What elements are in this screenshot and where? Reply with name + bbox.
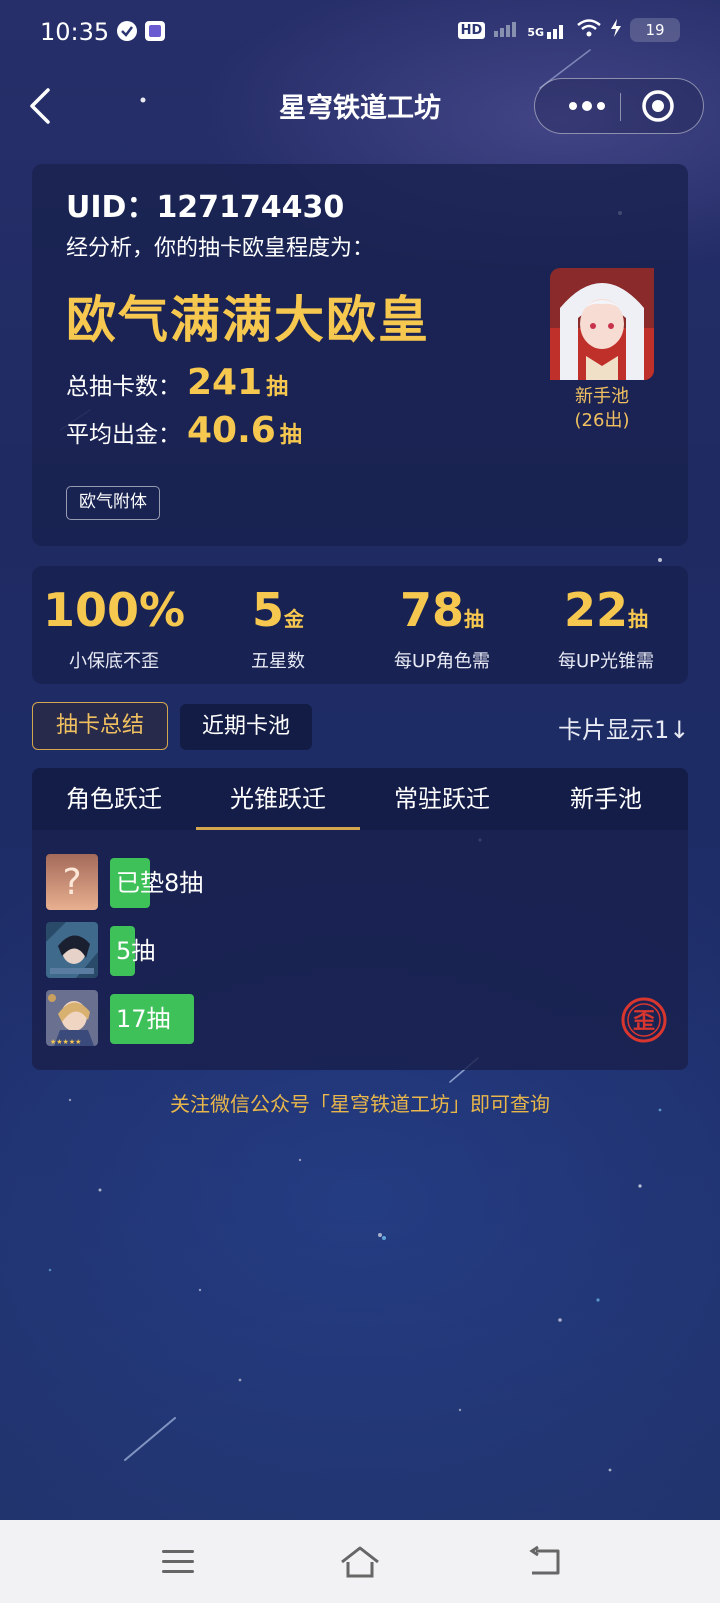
wifi-icon [576,18,602,42]
status-right-group: HD 5G 19 [457,18,680,42]
home-button[interactable] [336,1540,384,1584]
total-pulls-unit: 抽 [266,375,289,400]
stat-per-up-character: 78抽 每UP角色需 [360,566,524,673]
gacha-summary-panel: UID：127174430 经分析，你的抽卡欧皇程度为： 欧气满满大欧皇 总抽卡… [32,164,688,546]
total-pulls-value: 241 [187,362,263,403]
lost-fifty-fifty-badge: 歪 [620,996,668,1044]
character-avatar: ★★★★★ [46,990,98,1046]
signal-sim2-icon [493,19,519,41]
tab-standard-warp[interactable]: 常驻跃迁 [360,768,524,830]
list-item[interactable]: ? 已垫8抽 [46,854,676,910]
average-gold-value: 40.6 [187,410,276,451]
light-cone-avatar [46,922,98,978]
nav-bar: 星穹铁道工坊 [0,72,720,140]
unknown-avatar: ? [46,854,98,910]
battery-indicator: 19 [630,18,680,42]
home-icon [341,1546,379,1578]
tab-character-warp[interactable]: 角色跃迁 [32,768,196,830]
stat-label: 五星数 [251,651,305,672]
svg-text:?: ? [62,862,81,903]
svg-text:★★★★★: ★★★★★ [50,1038,81,1046]
list-item[interactable]: 5抽 [46,922,676,978]
gacha-summary-button[interactable]: 抽卡总结 [32,702,168,750]
stat-value: 5 [251,583,284,637]
stat-guarantee: 100% 小保底不歪 [32,566,196,673]
pool-count: (26出) [574,410,630,431]
white-hair-character-image [550,268,654,380]
stat-value: 78 [399,583,464,637]
stats-row: 100% 小保底不歪 5金 五星数 78抽 每UP角色需 22抽 每UP光锥需 [32,566,688,684]
status-time: 10:35 [40,18,110,46]
recent-banners-button[interactable]: 近期卡池 [180,704,312,750]
more-dots-icon [569,101,605,111]
average-gold-unit: 抽 [279,423,302,448]
svg-text:歪: 歪 [633,1009,655,1034]
stat-five-star-count: 5金 五星数 [196,566,360,673]
average-gold-label: 平均出金： [66,422,181,448]
stat-per-up-light-cone: 22抽 每UP光锥需 [524,566,688,673]
list-item[interactable]: ★★★★★ 17抽 [46,990,676,1046]
app-notification-icon [144,20,166,46]
luck-tag: 欧气附体 [66,486,160,520]
more-button[interactable] [557,79,617,133]
stat-label: 每UP光锥需 [557,651,655,672]
total-pulls-label: 总抽卡数： [66,374,181,400]
warp-tabs: 角色跃迁 光锥跃迁 常驻跃迁 新手池 [32,768,688,830]
status-bar: 10:35 HD 5G 19 [0,0,720,64]
card-display-toggle[interactable]: 卡片显示1↓ [558,710,689,745]
screen: 10:35 HD 5G 19 星穹铁道工坊 UID：127174430 经分析，… [0,0,720,1603]
capsule-divider [620,93,621,121]
check-icon [116,20,138,46]
pull-count-text: 已垫8抽 [116,869,204,897]
stat-value: 100% [42,583,186,637]
tab-beginner-warp[interactable]: 新手池 [524,768,688,830]
menu-icon [162,1550,194,1573]
system-nav-bar [0,1520,720,1603]
character-portrait[interactable] [550,268,654,380]
luck-verdict: 欧气满满大欧皇 [66,291,430,349]
pull-history-list: ? 已垫8抽 5抽 ★★★★★ 17抽 [32,830,688,1070]
stat-label: 每UP角色需 [393,651,491,672]
back-system-button[interactable] [522,1540,570,1584]
pool-name: 新手池 [575,386,629,407]
menu-button[interactable] [156,1540,204,1584]
return-icon [529,1545,560,1575]
uid-line: UID：127174430 [66,190,345,225]
tab-light-cone-warp[interactable]: 光锥跃迁 [196,768,360,830]
signal-5g-icon: 5G [527,21,568,39]
charging-icon [610,18,622,42]
target-close-icon [642,90,674,122]
total-pulls-line: 总抽卡数： 241 抽 [66,362,288,403]
uid-value: 127174430 [156,190,345,225]
stat-label: 小保底不歪 [69,651,159,672]
close-mini-program-button[interactable] [631,79,685,133]
pull-count-text: 17抽 [116,1005,171,1033]
follow-account-note: 关注微信公众号「星穹铁道工坊」即可查询 [170,1092,550,1116]
analysis-text: 经分析，你的抽卡欧皇程度为： [66,236,375,261]
average-gold-line: 平均出金： 40.6 抽 [66,410,302,451]
mini-program-capsule [534,78,704,134]
stat-value: 22 [563,583,628,637]
hd-icon: HD [457,21,486,39]
pull-count-text: 5抽 [116,937,156,965]
